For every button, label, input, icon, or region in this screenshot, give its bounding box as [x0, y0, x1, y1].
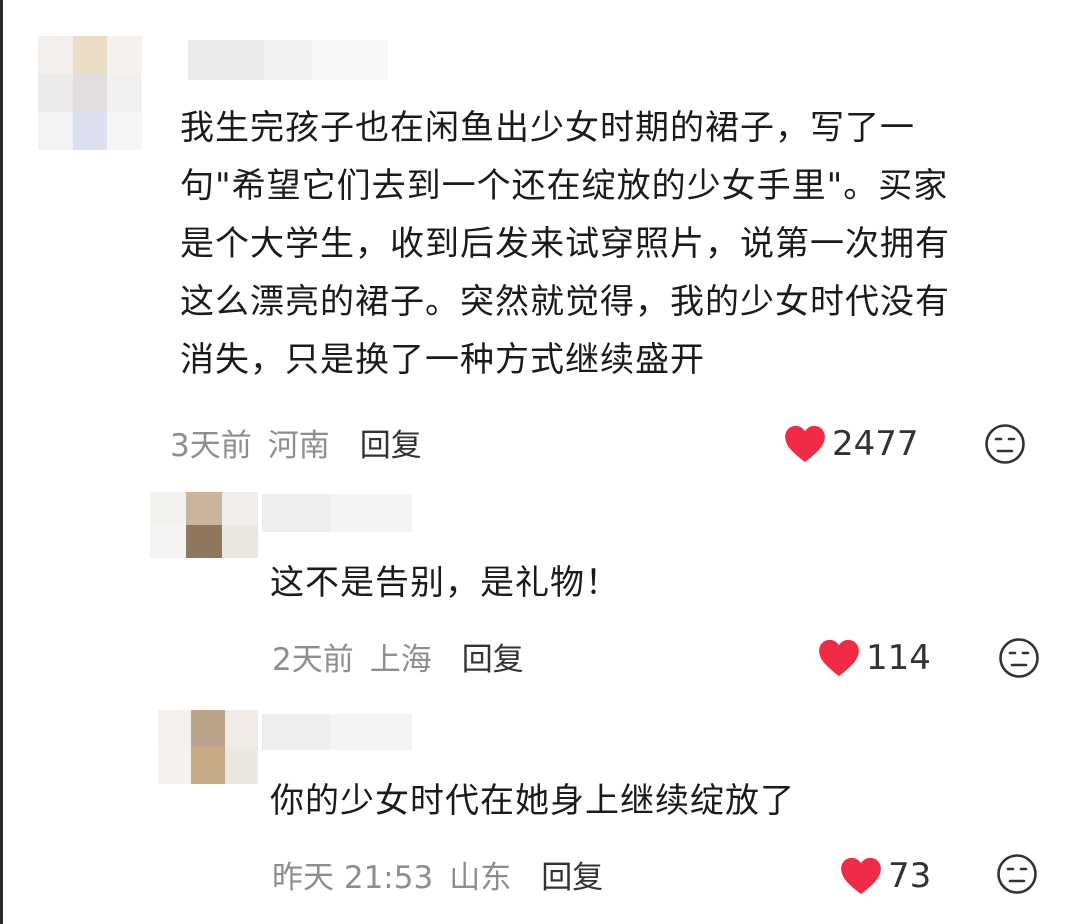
comment-meta: 3天前 河南 回复	[170, 418, 422, 466]
username-placeholder[interactable]	[262, 714, 412, 750]
avatar[interactable]	[38, 36, 142, 150]
comment-text: 你的少女时代在她身上继续绽放了	[270, 781, 795, 821]
comment-time: 昨天 21:53	[272, 859, 434, 896]
username-placeholder[interactable]	[188, 40, 388, 80]
like-count: 73	[888, 856, 932, 896]
avatar[interactable]	[150, 492, 258, 558]
unamused-face-icon[interactable]	[998, 637, 1040, 679]
like-button[interactable]: 2477	[784, 420, 919, 468]
reply-button[interactable]: 回复	[541, 852, 603, 897]
like-count: 2477	[832, 424, 919, 464]
reply-button[interactable]: 回复	[462, 634, 524, 679]
window-left-edge	[0, 0, 3, 924]
like-button[interactable]: 114	[818, 634, 931, 682]
unamused-face-icon[interactable]	[996, 853, 1038, 895]
heart-icon	[785, 425, 825, 463]
heart-icon	[819, 639, 859, 677]
comment-meta: 2天前 上海 回复	[272, 632, 524, 680]
username-placeholder[interactable]	[262, 494, 412, 532]
like-count: 114	[866, 638, 931, 678]
reply-button[interactable]: 回复	[360, 420, 422, 465]
comment-meta: 昨天 21:53 山东 回复	[272, 850, 603, 898]
comment-location: 河南	[267, 427, 330, 464]
comment-text: 这不是告别，是礼物！	[270, 563, 620, 603]
like-button[interactable]: 73	[840, 852, 931, 900]
heart-icon	[841, 857, 881, 895]
comment-location: 上海	[369, 641, 432, 678]
comment-time: 2天前	[272, 641, 354, 678]
comment-text: 我生完孩子也在闲鱼出少女时期的裙子，写了一 句"希望它们去到一个还在绽放的少女手…	[180, 108, 950, 380]
comment-time: 3天前	[170, 427, 252, 464]
avatar[interactable]	[158, 710, 258, 784]
comment-location: 山东	[449, 859, 512, 896]
unamused-face-icon[interactable]	[984, 423, 1026, 465]
